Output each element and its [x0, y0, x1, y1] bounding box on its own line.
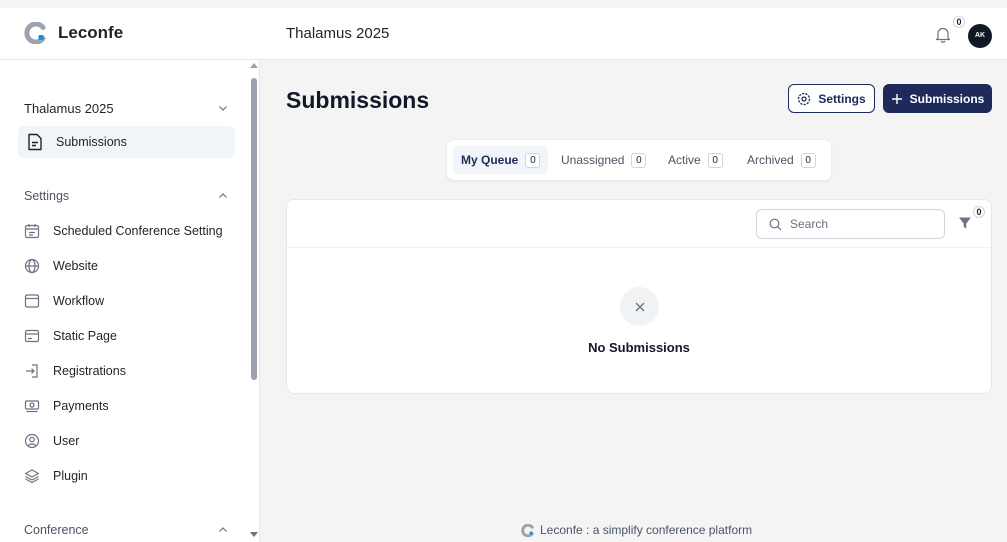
notification-badge: 0	[953, 16, 965, 28]
tab-count-badge: 0	[525, 152, 541, 168]
plus-icon	[891, 93, 902, 104]
scroll-down-arrow-icon[interactable]	[250, 532, 258, 537]
tab-label: Unassigned	[561, 153, 625, 167]
settings-button-label: Settings	[818, 91, 866, 106]
gear-icon	[798, 92, 811, 105]
avatar[interactable]: AK	[968, 24, 992, 48]
divider	[287, 247, 991, 248]
settings-button[interactable]: Settings	[788, 84, 875, 113]
sidebar-item-label: Registrations	[53, 364, 126, 378]
sidebar-item-label: Static Page	[53, 329, 117, 343]
brand-logo[interactable]: Leconfe	[24, 22, 123, 44]
conference-select-label: Thalamus 2025	[24, 100, 114, 116]
window-icon	[24, 294, 40, 308]
chevron-up-icon	[219, 527, 227, 532]
scroll-up-arrow-icon[interactable]	[250, 63, 258, 68]
tab-my-queue[interactable]: My Queue 0	[453, 146, 549, 174]
tab-archived[interactable]: Archived 0	[739, 146, 824, 174]
sidebar-item-plugin[interactable]: Plugin	[24, 465, 250, 487]
footer-text: Leconfe : a simplify conference platform	[540, 523, 753, 537]
sidebar-item-label: Submissions	[56, 135, 127, 149]
brand-name: Leconfe	[58, 23, 124, 42]
tab-count-badge: 0	[800, 152, 816, 168]
search-placeholder: Search	[790, 217, 829, 231]
sidebar-item-label: User	[53, 434, 80, 448]
tab-count-badge: 0	[631, 152, 647, 168]
sidebar-item-label: Website	[53, 259, 98, 273]
tab-unassigned[interactable]: Unassigned 0	[553, 146, 654, 174]
conference-select[interactable]: Thalamus 2025	[24, 98, 230, 118]
tab-label: Active	[668, 153, 701, 167]
sidebar-item-label: Payments	[53, 399, 109, 413]
sidebar-item-user[interactable]: User	[24, 430, 250, 452]
page-title: Submissions	[286, 87, 430, 113]
user-circle-icon	[24, 433, 40, 449]
empty-state-icon	[620, 287, 659, 326]
sidebar-item-scheduled-conference-setting[interactable]: Scheduled Conference Setting	[24, 220, 250, 242]
sidebar-item-website[interactable]: Website	[24, 255, 250, 277]
leconfe-logo-icon	[521, 523, 534, 537]
settings-group-label: Settings	[24, 189, 70, 203]
tab-label: Archived	[747, 153, 794, 167]
submission-tabs: My Queue 0 Unassigned 0 Active 0 Archive…	[446, 139, 832, 181]
sidebar-item-registrations[interactable]: Registrations	[24, 360, 250, 382]
filter-count-badge: 0	[973, 206, 985, 218]
search-input[interactable]: Search	[756, 209, 945, 239]
chevron-up-icon	[219, 193, 227, 198]
cash-icon	[24, 400, 40, 413]
sidebar-item-label: Plugin	[53, 469, 88, 483]
sidebar-item-label: Workflow	[53, 294, 105, 308]
top-strip	[0, 0, 1007, 8]
page-icon	[24, 329, 40, 343]
sidebar-item-workflow[interactable]: Workflow	[24, 290, 250, 312]
sidebar-item-label: Scheduled Conference Setting	[53, 224, 223, 238]
add-submission-label: Submissions	[909, 91, 985, 106]
sidebar-scrollbar[interactable]	[249, 60, 259, 542]
document-icon	[28, 133, 42, 151]
search-icon	[769, 218, 782, 230]
stack-icon	[24, 469, 40, 484]
scrollbar-thumb[interactable]	[251, 78, 257, 380]
globe-icon	[24, 258, 40, 274]
sidebar-item-payments[interactable]: Payments	[24, 395, 250, 417]
tab-count-badge: 0	[707, 152, 723, 168]
filter-icon[interactable]	[958, 216, 972, 230]
conference-group-toggle[interactable]: Conference	[24, 521, 230, 539]
top-bar: Leconfe Thalamus 2025 0 AK	[0, 0, 1007, 60]
empty-state-message: No Submissions	[588, 340, 690, 355]
tab-label: My Queue	[461, 153, 519, 167]
conference-group-label: Conference	[24, 523, 89, 537]
submissions-panel: Search 0 No Submissions	[286, 199, 992, 394]
sidebar-item-submissions[interactable]: Submissions	[18, 126, 235, 158]
footer: Leconfe : a simplify conference platform	[521, 523, 752, 537]
settings-group-toggle[interactable]: Settings	[24, 187, 230, 205]
tab-active[interactable]: Active 0	[660, 146, 731, 174]
login-icon	[26, 364, 38, 378]
add-submission-button[interactable]: Submissions	[883, 84, 992, 113]
sidebar: Thalamus 2025 Submissions Settings Sched…	[0, 60, 260, 542]
bell-icon[interactable]	[935, 26, 951, 43]
conference-title: Thalamus 2025	[286, 25, 390, 42]
chevron-down-icon	[219, 106, 227, 111]
leconfe-logo-icon	[24, 22, 46, 44]
sidebar-item-static-page[interactable]: Static Page	[24, 325, 250, 347]
close-icon	[635, 302, 644, 311]
calendar-icon	[24, 224, 40, 239]
